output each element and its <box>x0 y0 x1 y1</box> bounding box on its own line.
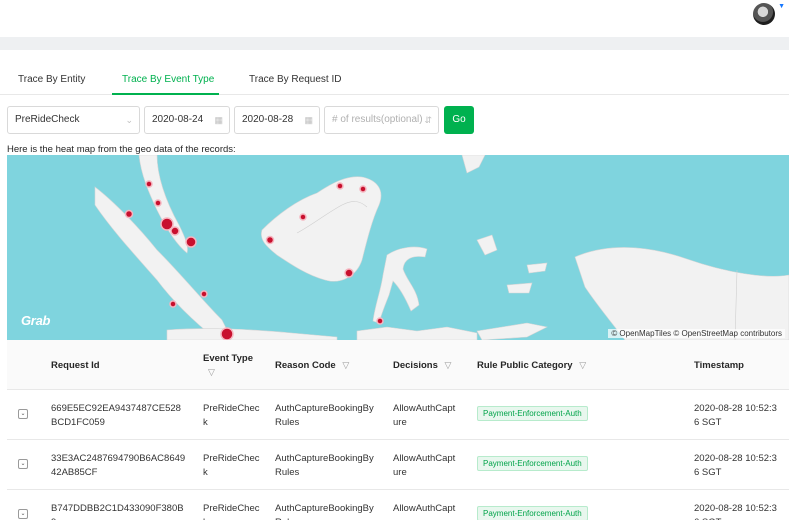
heat-map[interactable]: Grab © OpenMapTiles © OpenStreetMap cont… <box>7 155 789 340</box>
col-event-type-label: Event Type <box>203 353 253 364</box>
header-divider-band <box>0 37 789 50</box>
landmass-java <box>166 328 338 340</box>
end-date-picker[interactable]: 2020-08-28 ▦ <box>234 106 320 134</box>
heat-point <box>154 199 162 207</box>
heat-point <box>170 226 180 236</box>
col-rule-public-category-label: Rule Public Category <box>477 360 573 371</box>
heat-point <box>299 213 307 221</box>
stepper-icon[interactable]: ⇵ <box>424 107 432 133</box>
col-reason-code: Reason Code ▽ <box>275 360 349 371</box>
heatmap-caption: Here is the heat map from the geo data o… <box>7 144 236 155</box>
heat-point <box>220 327 234 340</box>
start-date-picker[interactable]: 2020-08-24 ▦ <box>144 106 230 134</box>
heat-point <box>145 180 153 188</box>
landmass-sulawesi <box>372 246 428 324</box>
results-count-input[interactable]: # of results(optional) ⇵ <box>324 106 439 134</box>
top-bar: ▼ <box>0 0 789 37</box>
grab-logo: Grab <box>21 313 51 328</box>
end-date-value: 2020-08-28 <box>242 114 294 125</box>
tab-trace-by-event-type[interactable]: Trace By Event Type <box>122 74 214 85</box>
cell-timestamp: 2020-08-28 10:52:36 SGT <box>694 453 777 478</box>
results-count-placeholder: # of results(optional) <box>332 114 423 125</box>
category-tag: Payment-Enforcement-Auth <box>477 406 588 421</box>
cell-request-id: 33E3AC2487694790B6AC864942AB85CF <box>51 453 186 478</box>
cell-timestamp: 2020-08-28 10:52:36 SGT <box>694 403 777 428</box>
col-timestamp: Timestamp <box>694 360 744 371</box>
landmass-papua <box>574 247 789 340</box>
col-event-type: Event Type ▽ <box>203 353 253 378</box>
cell-timestamp: 2020-08-28 10:52:36 SGT <box>694 503 777 520</box>
cell-event-type: PreRideCheck <box>203 453 260 478</box>
heat-point <box>336 182 344 190</box>
heat-point <box>376 317 384 325</box>
active-tab-indicator <box>112 93 219 95</box>
filter-icon[interactable]: ▽ <box>342 360 349 370</box>
tab-trace-by-request-id[interactable]: Trace By Request ID <box>249 74 341 85</box>
heat-point <box>124 209 134 219</box>
heat-point <box>359 185 367 193</box>
records-table: Request Id Event Type ▽ Reason Code ▽ De… <box>7 340 789 520</box>
table-row[interactable]: ⌄ B747DDBB2C1D433090F380B9 PreRideCheck … <box>7 490 789 520</box>
landmass-small-islands <box>356 326 478 340</box>
expand-row-icon[interactable]: ⌄ <box>18 459 28 469</box>
category-tag: Payment-Enforcement-Auth <box>477 456 588 471</box>
heat-point <box>185 236 197 248</box>
event-type-select[interactable]: PreRideCheck ⌄ <box>7 106 140 134</box>
start-date-value: 2020-08-24 <box>152 114 204 125</box>
col-decisions-label: Decisions <box>393 360 438 371</box>
filter-icon[interactable]: ▽ <box>208 367 253 378</box>
filter-icon[interactable]: ▽ <box>579 360 586 370</box>
cell-event-type: PreRideCheck <box>203 403 260 428</box>
expand-row-icon[interactable]: ⌄ <box>18 409 28 419</box>
landmass-maluku <box>476 234 548 294</box>
table-row[interactable]: ⌄ 669E5EC92EA9437487CE528BCD1FC059 PreRi… <box>7 390 789 440</box>
col-reason-code-label: Reason Code <box>275 360 336 371</box>
col-request-id: Request Id <box>51 360 100 371</box>
col-decisions: Decisions ▽ <box>393 360 451 371</box>
category-tag: Payment-Enforcement-Auth <box>477 506 588 520</box>
heat-point <box>265 235 275 245</box>
cell-decision: AllowAuthCapture <box>393 503 456 520</box>
landmass-philippines <box>461 155 486 174</box>
expand-row-icon[interactable]: ⌄ <box>18 509 28 519</box>
chevron-down-icon[interactable]: ▼ <box>778 3 785 10</box>
cell-request-id: B747DDBB2C1D433090F380B9 <box>51 503 184 520</box>
calendar-icon: ▦ <box>214 115 223 125</box>
go-button[interactable]: Go <box>444 106 474 134</box>
map-canvas <box>94 155 789 340</box>
cell-reason-code: AuthCaptureBookingByRules <box>275 403 374 428</box>
cell-request-id: 669E5EC92EA9437487CE528BCD1FC059 <box>51 403 181 428</box>
cell-event-type: PreRideCheck <box>203 503 260 520</box>
tab-trace-by-entity[interactable]: Trace By Entity <box>18 74 85 85</box>
heat-point <box>169 300 177 308</box>
calendar-icon: ▦ <box>304 115 313 125</box>
landmass-timor <box>476 322 548 340</box>
cell-reason-code: AuthCaptureBookingByRules <box>275 503 374 520</box>
col-rule-public-category: Rule Public Category ▽ <box>477 360 586 371</box>
cell-reason-code: AuthCaptureBookingByRules <box>275 453 374 478</box>
cell-decision: AllowAuthCapture <box>393 403 456 428</box>
chevron-down-icon: ⌄ <box>125 115 133 125</box>
map-attribution: © OpenMapTiles © OpenStreetMap contribut… <box>608 329 785 338</box>
table-header: Request Id Event Type ▽ Reason Code ▽ De… <box>7 340 789 390</box>
event-type-value: PreRideCheck <box>15 114 80 125</box>
filter-icon[interactable]: ▽ <box>445 360 452 370</box>
user-avatar[interactable] <box>753 3 775 25</box>
heat-point <box>344 268 354 278</box>
heat-point <box>200 290 208 298</box>
table-row[interactable]: ⌄ 33E3AC2487694790B6AC864942AB85CF PreRi… <box>7 440 789 490</box>
trace-tabs: Trace By Entity Trace By Event Type Trac… <box>0 68 789 95</box>
cell-decision: AllowAuthCapture <box>393 453 456 478</box>
